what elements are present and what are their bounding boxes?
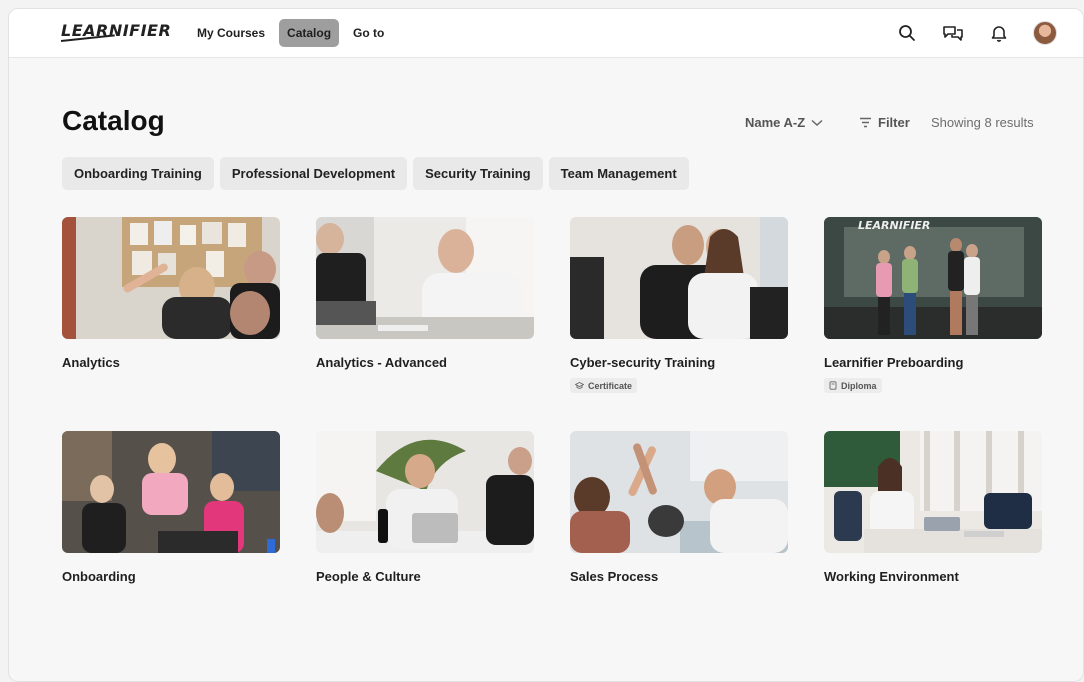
course-card-analytics[interactable]: Analytics [62, 217, 280, 370]
filter-button[interactable]: Filter [859, 115, 910, 130]
course-title: Sales Process [570, 569, 659, 584]
top-navigation-bar: LEARNIFIER My Courses Catalog Go to [9, 9, 1083, 58]
thumb-logo: LEARNIFIER [858, 219, 930, 232]
course-card-analytics-advanced[interactable]: Analytics - Advanced [316, 217, 534, 370]
course-thumbnail [570, 431, 788, 553]
badge-label: Diploma [841, 380, 877, 391]
results-count: Showing 8 results [931, 115, 1034, 130]
course-card-onboarding[interactable]: Onboarding [62, 431, 280, 584]
nav-my-courses[interactable]: My Courses [189, 19, 273, 47]
nav-go-to[interactable]: Go to [345, 19, 392, 47]
main-nav: My Courses Catalog Go to [189, 19, 392, 47]
filter-icon [860, 117, 871, 128]
chat-icon[interactable] [939, 19, 967, 47]
header-actions [893, 19, 1059, 47]
course-card-cyber-security-training[interactable]: Cyber-security Training Certificate [570, 217, 788, 394]
sort-label: Name A-Z [745, 115, 806, 130]
course-title: Analytics [62, 355, 120, 370]
course-thumbnail [316, 217, 534, 339]
course-card-people-culture[interactable]: People & Culture [316, 431, 534, 584]
course-thumbnail [316, 431, 534, 553]
diploma-badge: Diploma [824, 378, 882, 393]
course-thumbnail [570, 217, 788, 339]
certificate-badge: Certificate [570, 378, 638, 393]
course-title: Onboarding [62, 569, 136, 584]
diploma-icon [829, 381, 837, 390]
course-title: People & Culture [316, 569, 421, 584]
filter-label: Filter [878, 115, 910, 130]
course-title: Cyber-security Training [570, 355, 716, 370]
course-card-working-environment[interactable]: Working Environment [824, 431, 1042, 584]
page-title: Catalog [62, 105, 165, 136]
badge-label: Certificate [588, 380, 633, 391]
course-card-learnifier-preboarding[interactable]: LEARNIFIER Learnifier Preboarding Diplom… [824, 217, 1042, 395]
avatar [1033, 21, 1057, 45]
course-title: Working Environment [824, 569, 959, 584]
course-title: Learnifier Preboarding [824, 355, 964, 370]
chevron-down-icon [811, 119, 823, 126]
bell-icon[interactable] [985, 19, 1013, 47]
nav-catalog[interactable]: Catalog [279, 19, 340, 47]
sort-dropdown[interactable]: Name A-Z [745, 115, 823, 130]
search-icon[interactable] [893, 19, 921, 47]
chip-security-training[interactable]: Security Training [413, 157, 543, 190]
user-avatar-button[interactable] [1031, 19, 1059, 47]
app-window: LEARNIFIER My Courses Catalog Go to Cata… [8, 8, 1084, 682]
chip-onboarding-training[interactable]: Onboarding Training [62, 157, 214, 190]
course-thumbnail [62, 431, 280, 553]
category-chips: Onboarding Training Professional Develop… [62, 157, 689, 190]
learnifier-logo[interactable]: LEARNIFIER [61, 21, 171, 40]
course-thumbnail [62, 217, 280, 339]
chip-team-management[interactable]: Team Management [548, 157, 689, 190]
course-title: Analytics - Advanced [316, 355, 448, 370]
course-card-sales-process[interactable]: Sales Process [570, 431, 788, 584]
course-thumbnail [824, 431, 1042, 553]
course-thumbnail: LEARNIFIER [824, 217, 1042, 339]
certificate-icon [575, 382, 584, 389]
chip-professional-development[interactable]: Professional Development [219, 157, 408, 190]
